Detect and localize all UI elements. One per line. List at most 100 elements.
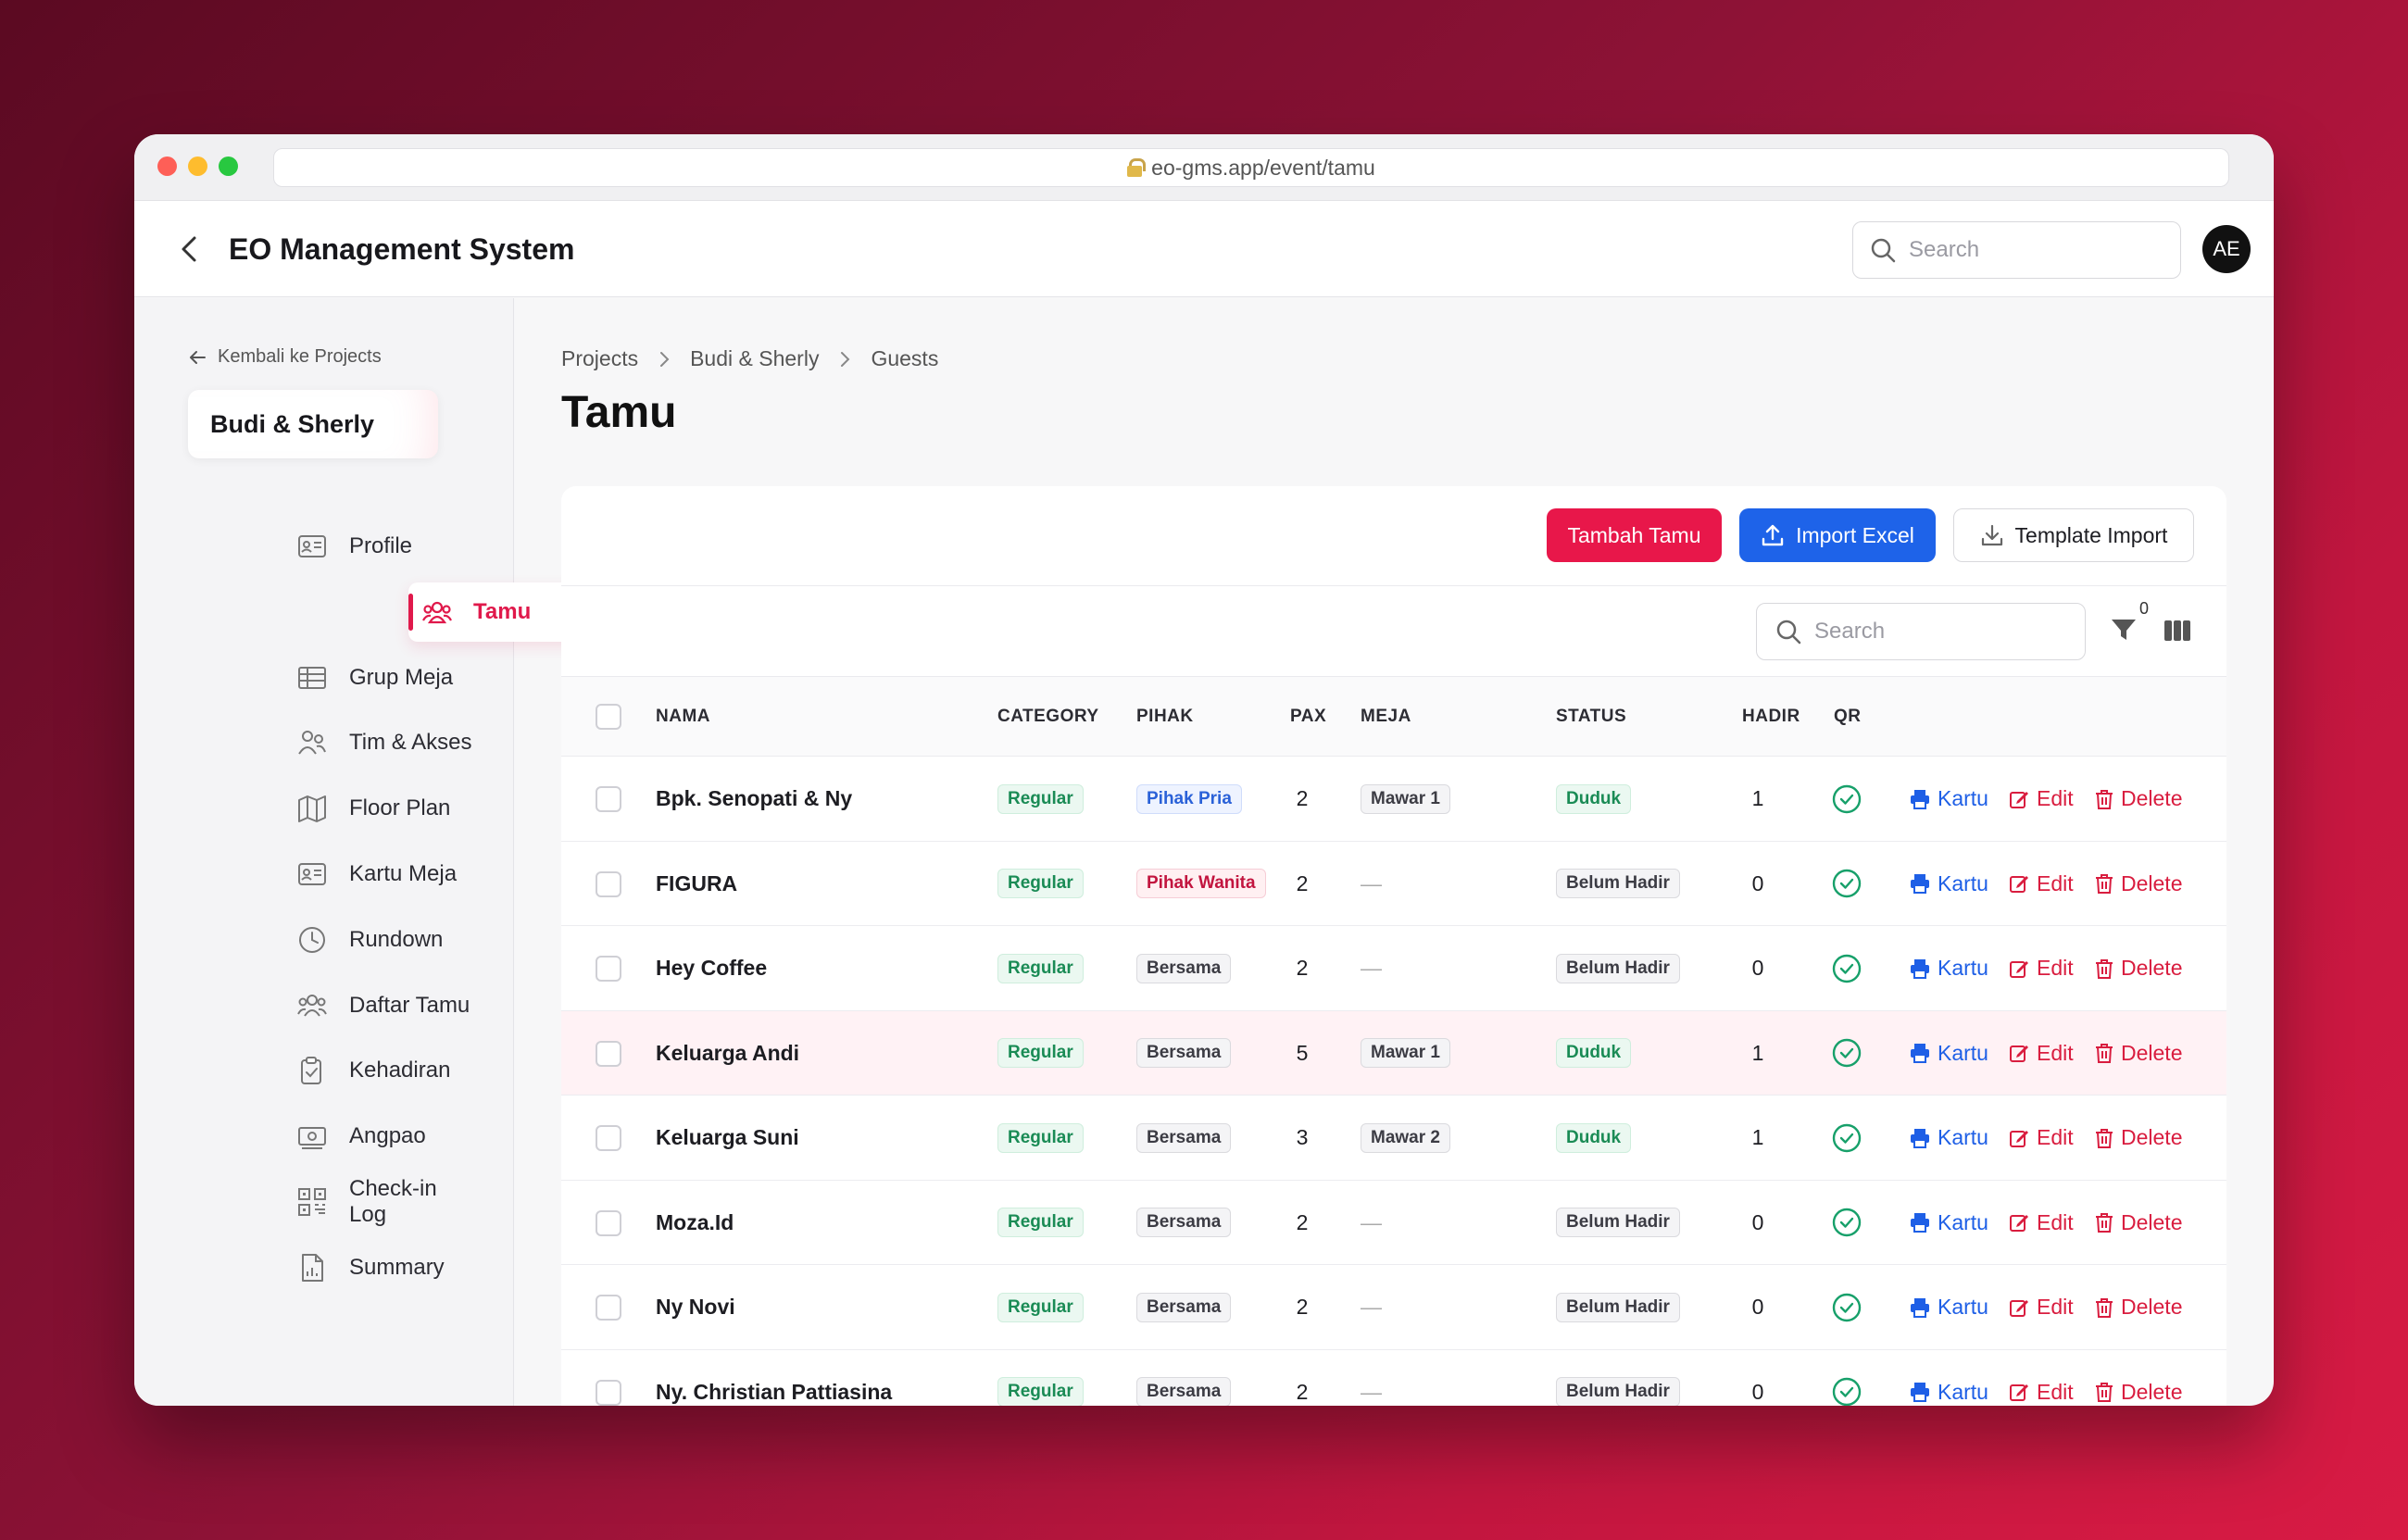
users-icon xyxy=(421,596,453,628)
global-search[interactable] xyxy=(1852,221,2181,279)
col-hadir[interactable]: HADIR xyxy=(1742,707,1800,727)
kartu-button[interactable]: Kartu xyxy=(1910,1265,1988,1350)
hadir-value: 0 xyxy=(1751,1379,1764,1404)
edit-label: Edit xyxy=(2037,956,2074,981)
col-status[interactable]: STATUS xyxy=(1556,707,1626,727)
delete-button[interactable]: Delete xyxy=(2095,842,2182,927)
edit-button[interactable]: Edit xyxy=(2009,1265,2074,1350)
col-nama[interactable]: NAMA xyxy=(656,707,710,727)
col-pax[interactable]: PAX xyxy=(1290,707,1326,727)
sidebar-item-floor-plan[interactable]: Floor Plan xyxy=(153,779,477,838)
sidebar-item-daftar-tamu[interactable]: Daftar Tamu xyxy=(153,976,477,1035)
sidebar-item-label: Floor Plan xyxy=(349,795,451,821)
import-excel-button[interactable]: Import Excel xyxy=(1739,508,1936,562)
back-button[interactable] xyxy=(171,231,208,268)
table-row[interactable]: Hey Coffee Regular Bersama 2 — Belum Hadir 0 Ka… xyxy=(561,926,2226,1011)
guest-name: FIGURA xyxy=(656,870,738,895)
app-title: EO Management System xyxy=(229,232,575,266)
table-row[interactable]: FIGURA Regular Pihak Wanita 2 — Belum Hadir 0 K… xyxy=(561,842,2226,927)
close-window-button[interactable] xyxy=(157,157,177,176)
add-guest-button[interactable]: Tambah Tamu xyxy=(1547,508,1722,562)
delete-button[interactable]: Delete xyxy=(2095,1096,2182,1181)
category-badge: Regular xyxy=(997,1377,1084,1406)
kartu-button[interactable]: Kartu xyxy=(1910,1011,1988,1096)
kartu-button[interactable]: Kartu xyxy=(1910,842,1988,927)
minimize-window-button[interactable] xyxy=(188,157,207,176)
row-checkbox[interactable] xyxy=(596,1379,621,1406)
delete-button[interactable]: Delete xyxy=(2095,1181,2182,1266)
delete-button[interactable]: Delete xyxy=(2095,1265,2182,1350)
sidebar-item-kartu-meja[interactable]: Kartu Meja xyxy=(153,845,477,904)
edit-button[interactable]: Edit xyxy=(2009,1181,2074,1266)
row-checkbox[interactable] xyxy=(596,870,621,897)
kartu-button[interactable]: Kartu xyxy=(1910,1096,1988,1181)
user-avatar[interactable]: AE xyxy=(2202,225,2251,273)
edit-icon xyxy=(2010,1384,2028,1402)
table-row[interactable]: Ny. Christian Pattiasina Regular Bersama 2 —… xyxy=(561,1350,2226,1407)
breadcrumb-project[interactable]: Budi & Sherly xyxy=(690,346,819,371)
table-row[interactable]: Bpk. Senopati & Ny Regular Pihak Pria 2 Mawa… xyxy=(561,757,2226,842)
edit-icon xyxy=(2010,876,2028,894)
edit-button[interactable]: Edit xyxy=(2009,842,2074,927)
row-checkbox[interactable] xyxy=(596,786,621,812)
kartu-button[interactable]: Kartu xyxy=(1910,757,1988,842)
edit-button[interactable]: Edit xyxy=(2009,1350,2074,1407)
edit-button[interactable]: Edit xyxy=(2009,1096,2074,1181)
sidebar-item-tim-akses[interactable]: Tim & Akses xyxy=(153,713,477,772)
kartu-button[interactable]: Kartu xyxy=(1910,926,1988,1011)
col-category[interactable]: CATEGORY xyxy=(997,707,1099,727)
delete-button[interactable]: Delete xyxy=(2095,926,2182,1011)
sidebar-item-summary[interactable]: Summary xyxy=(153,1238,477,1297)
col-pihak[interactable]: PIHAK xyxy=(1136,707,1194,727)
filter-icon[interactable] xyxy=(2110,616,2138,644)
status-badge: Duduk xyxy=(1556,1038,1632,1069)
row-checkbox[interactable] xyxy=(596,956,621,982)
maximize-window-button[interactable] xyxy=(219,157,238,176)
delete-label: Delete xyxy=(2121,1295,2183,1320)
row-checkbox[interactable] xyxy=(596,1209,621,1236)
row-checkbox[interactable] xyxy=(596,1040,621,1067)
table-search-input[interactable] xyxy=(1814,619,2055,645)
table-row[interactable]: Keluarga Suni Regular Bersama 3 Mawar 2 Duduk… xyxy=(561,1096,2226,1181)
columns-icon[interactable] xyxy=(2163,620,2191,642)
back-to-projects-link[interactable]: Kembali ke Projects xyxy=(188,346,382,368)
table-row[interactable]: Ny Novi Regular Bersama 2 — Belum Hadir 0 Kartu… xyxy=(561,1265,2226,1350)
sidebar-item-rundown[interactable]: Rundown xyxy=(153,910,477,970)
breadcrumb-guests: Guests xyxy=(871,346,939,370)
pihak-badge: Pihak Wanita xyxy=(1136,869,1266,899)
edit-label: Edit xyxy=(2037,870,2074,895)
guest-name: Hey Coffee xyxy=(656,956,768,981)
clipboard-check-icon xyxy=(296,1055,328,1086)
sidebar-item-check-in-log[interactable]: Check-in Log xyxy=(153,1172,477,1232)
sidebar-item-profile[interactable]: Profile xyxy=(153,517,477,576)
delete-label: Delete xyxy=(2121,870,2183,895)
pax-value: 2 xyxy=(1296,786,1309,811)
edit-button[interactable]: Edit xyxy=(2009,757,2074,842)
kartu-button[interactable]: Kartu xyxy=(1910,1350,1988,1407)
table-row[interactable]: Keluarga Andi Regular Bersama 5 Mawar 1 Duduk… xyxy=(561,1010,2226,1096)
delete-button[interactable]: Delete xyxy=(2095,1350,2182,1407)
template-import-button[interactable]: Template Import xyxy=(1953,508,2194,562)
category-badge: Regular xyxy=(997,869,1084,899)
kartu-label: Kartu xyxy=(1938,1295,1988,1320)
table-search[interactable] xyxy=(1756,603,2086,660)
col-meja[interactable]: MEJA xyxy=(1361,707,1411,727)
back-to-projects-label: Kembali ke Projects xyxy=(218,346,382,367)
row-checkbox[interactable] xyxy=(596,1125,621,1151)
sidebar-item-grup-meja[interactable]: Grup Meja xyxy=(153,648,477,707)
edit-button[interactable]: Edit xyxy=(2009,1011,2074,1096)
check-circle-icon xyxy=(1832,1208,1862,1237)
kartu-button[interactable]: Kartu xyxy=(1910,1181,1988,1266)
table-row[interactable]: Moza.Id Regular Bersama 2 — Belum Hadir 0 Kartu… xyxy=(561,1181,2226,1266)
delete-button[interactable]: Delete xyxy=(2095,1011,2182,1096)
sidebar-item-kehadiran[interactable]: Kehadiran xyxy=(153,1041,477,1100)
row-checkbox[interactable] xyxy=(596,1295,621,1321)
edit-button[interactable]: Edit xyxy=(2009,926,2074,1011)
global-search-input[interactable] xyxy=(1909,237,2150,263)
address-bar[interactable]: eo-gms.app/event/tamu xyxy=(273,148,2229,187)
delete-button[interactable]: Delete xyxy=(2095,757,2182,842)
sidebar-item-angpao[interactable]: Angpao xyxy=(153,1107,477,1166)
breadcrumb-projects[interactable]: Projects xyxy=(561,346,638,371)
select-all-checkbox[interactable] xyxy=(596,704,621,730)
check-circle-icon xyxy=(1832,1123,1862,1152)
